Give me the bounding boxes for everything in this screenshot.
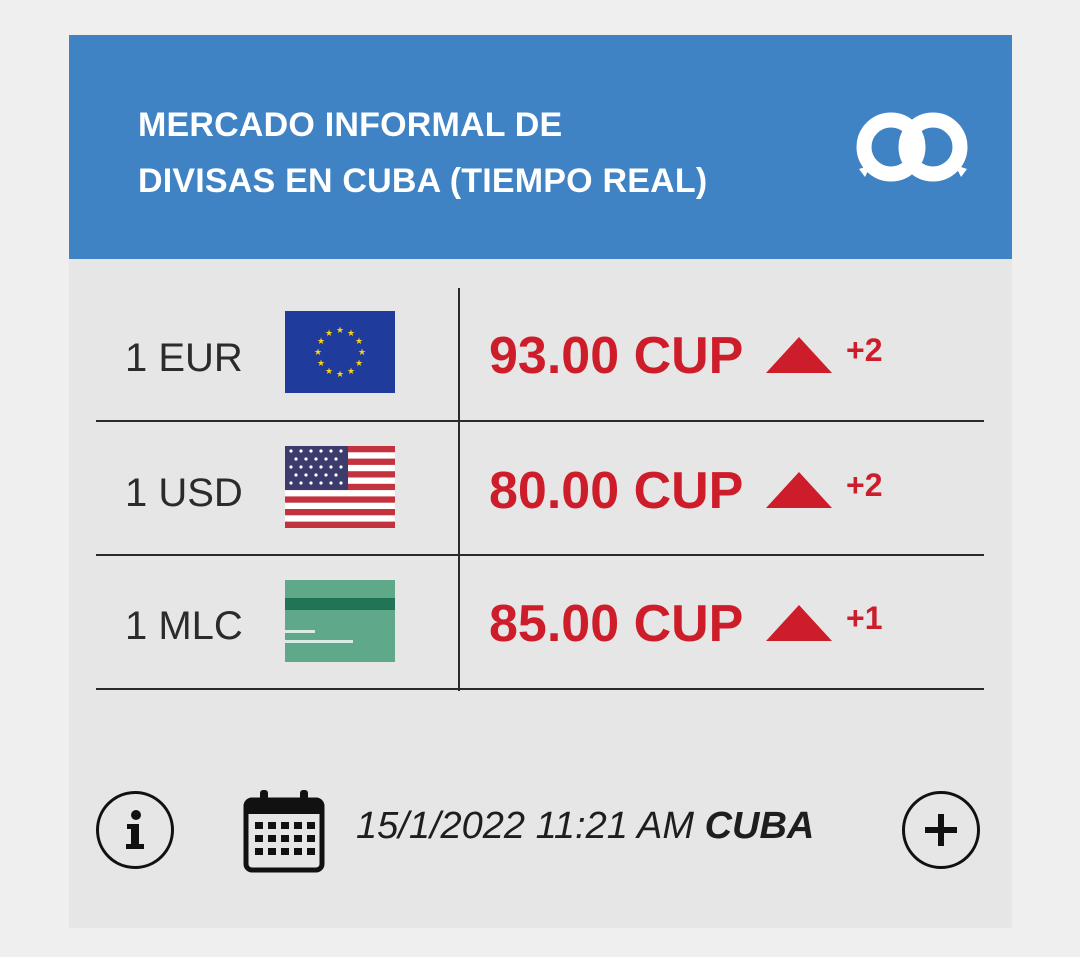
more-button[interactable] [902,791,980,869]
svg-text:★: ★ [325,367,333,377]
row-divider [96,688,984,690]
up-triangle-icon [766,472,832,508]
widget-footer: 15/1/2022 11:21 AM CUBA [69,775,1012,885]
svg-text:★: ★ [336,370,344,380]
widget-title-line-2: DIVISAS EN CUBA (TIEMPO REAL) [138,162,708,200]
svg-text:★: ★ [358,348,366,358]
svg-text:★: ★ [336,326,344,336]
rate-row-usd: 1 USD 80.00 CUP +2 [96,422,984,556]
info-icon [126,810,144,849]
mlc-card-icon [285,580,395,662]
up-triangle-icon [766,605,832,641]
rate-row-mlc: 1 MLC 85.00 CUP +1 [96,556,984,690]
currency-label: 1 MLC [125,604,243,648]
plus-icon [925,814,957,846]
up-triangle-icon [766,337,832,373]
date-time-text: 15/1/2022 11:21 AM [356,805,695,847]
svg-text:★: ★ [347,367,355,377]
region-label: CUBA [704,805,815,847]
widget-title-line-1: MERCADO INFORMAL DE [138,106,563,144]
svg-text:★: ★ [325,329,333,339]
svg-text:★: ★ [317,359,325,369]
currency-label: 1 EUR [125,336,243,380]
rate-change: +2 [846,467,883,503]
calendar-icon[interactable] [243,790,325,874]
rate-value: 85.00 CUP [489,595,744,653]
rate-row-eur: 1 EUR ★ ★ ★ ★ ★ ★ ★ ★ ★ ★ ★ ★ 93.00 CUP +2 [96,288,984,422]
us-flag-icon [285,446,395,528]
currency-label: 1 USD [125,471,243,515]
eltoque-logo-icon[interactable] [855,107,971,189]
rate-change: +1 [846,600,883,636]
exchange-rate-widget: MERCADO INFORMAL DE DIVISAS EN CUBA (TIE… [69,35,1012,928]
rate-change: +2 [846,332,883,368]
svg-text:★: ★ [314,348,322,358]
rate-value: 80.00 CUP [489,462,744,520]
svg-text:★: ★ [355,359,363,369]
rates-table: 1 EUR ★ ★ ★ ★ ★ ★ ★ ★ ★ ★ ★ ★ 93.00 CUP +2 1 USD [96,288,984,691]
svg-text:★: ★ [347,329,355,339]
svg-text:★: ★ [355,337,363,347]
svg-text:★: ★ [317,337,325,347]
widget-title: MERCADO INFORMAL DE DIVISAS EN CUBA (TIE… [138,97,707,209]
eu-flag-icon: ★ ★★ ★★★ ★★★ ★★★ [285,311,395,393]
info-button[interactable] [96,791,174,869]
last-updated: 15/1/2022 11:21 AM CUBA [356,805,814,848]
widget-header: MERCADO INFORMAL DE DIVISAS EN CUBA (TIE… [69,35,1012,259]
rate-value: 93.00 CUP [489,327,744,385]
